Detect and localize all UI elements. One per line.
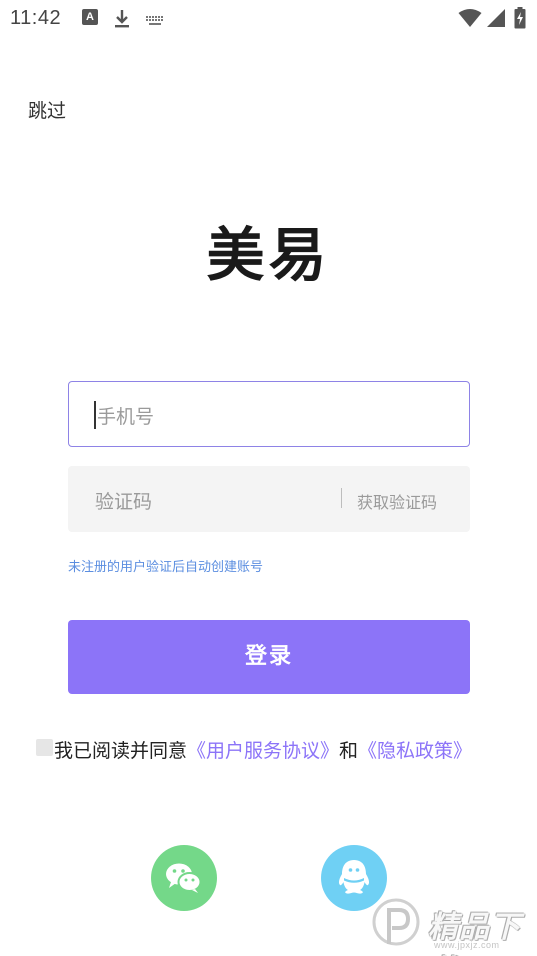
wechat-login-button[interactable] (151, 845, 217, 911)
get-code-button[interactable]: 获取验证码 (357, 489, 437, 513)
text-cursor (94, 401, 96, 429)
login-button[interactable]: 登录 (68, 620, 470, 694)
signal-icon (486, 8, 506, 32)
watermark-logo-icon (372, 898, 420, 946)
verification-code-input[interactable]: 验证码 获取验证码 (68, 466, 470, 532)
agreement-text: 我已阅读并同意《用户服务协议》和《隐私政策》 (54, 736, 472, 763)
status-time: 11:42 (10, 7, 62, 29)
watermark: 精品下载 www.jpxjz.com (366, 896, 536, 956)
watermark-url: www.jpxjz.com (434, 940, 500, 950)
text-a-icon: A (82, 9, 98, 25)
agreement-prefix: 我已阅读并同意 (54, 740, 188, 762)
skip-button[interactable]: 跳过 (28, 96, 66, 123)
privacy-link[interactable]: 《隐私政策》 (358, 740, 472, 762)
battery-charging-icon (514, 7, 526, 33)
divider (341, 488, 342, 508)
status-bar: 11:42 A (0, 0, 537, 36)
agreement-checkbox[interactable] (36, 739, 53, 756)
code-placeholder: 验证码 (95, 491, 153, 513)
wechat-icon (166, 863, 202, 893)
keyboard-icon (145, 12, 165, 31)
app-logo: 美易 (206, 221, 331, 289)
phone-placeholder: 手机号 (97, 406, 155, 428)
agreement-conjunction: 和 (339, 740, 359, 762)
download-icon (114, 9, 130, 33)
auto-register-hint: 未注册的用户验证后自动创建账号 (68, 560, 264, 575)
terms-link[interactable]: 《用户服务协议》 (187, 740, 339, 762)
phone-input[interactable]: 手机号 (68, 381, 470, 447)
wifi-icon (458, 8, 482, 32)
